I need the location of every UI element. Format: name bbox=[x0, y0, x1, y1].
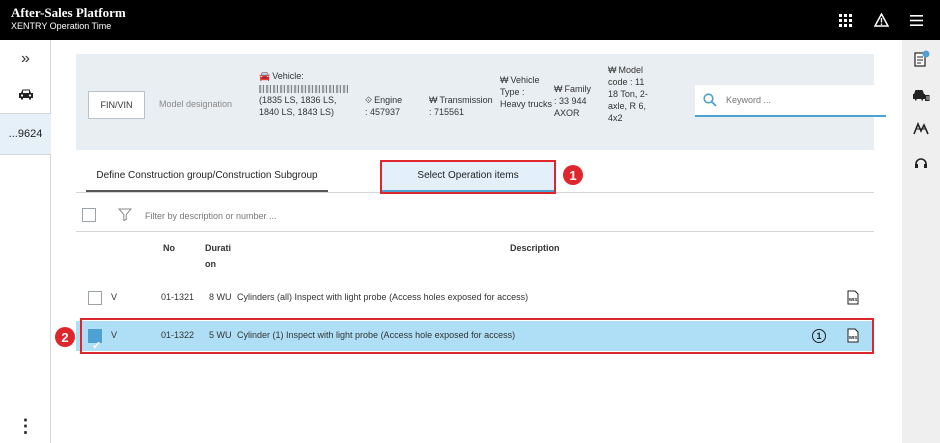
family-icon: ₩ bbox=[554, 84, 563, 94]
vehicle-type-value: Type : Heavy trucks bbox=[500, 87, 553, 109]
header-description[interactable]: Description bbox=[510, 240, 560, 256]
main-content: FIN/VIN Model designation 🚘 Vehicle: (183… bbox=[51, 40, 902, 443]
engine-icon: ⟐ bbox=[365, 95, 373, 105]
diagnostics-icon[interactable] bbox=[902, 122, 940, 136]
fin-vin-button[interactable]: FIN/VIN bbox=[88, 91, 145, 119]
vehicle-info: 🚘 Vehicle: (1835 LS, 1836 LS, 1840 LS, 18… bbox=[259, 70, 359, 118]
app-title: After-Sales Platform bbox=[11, 5, 126, 20]
vehicle-type-icon: ₩ bbox=[500, 75, 509, 85]
row-duration: 8 WU bbox=[209, 292, 232, 302]
model-code-label: Model bbox=[618, 65, 644, 75]
expand-icon[interactable]: » bbox=[0, 50, 51, 68]
table-row[interactable]: V 01-1321 8 WU Cylinders (all) Inspect w… bbox=[76, 283, 874, 313]
app-header: After-Sales Platform XENTRY Operation Ti… bbox=[0, 0, 940, 40]
notes-icon[interactable] bbox=[902, 50, 940, 68]
select-all-checkbox[interactable] bbox=[82, 208, 96, 222]
vehicle-variants: (1835 LS, 1836 LS, 1840 LS, 1843 LS) bbox=[259, 95, 337, 117]
row-no: 01-1321 bbox=[161, 292, 195, 302]
more-options-icon[interactable]: ⋮ bbox=[0, 416, 51, 437]
warning-icon[interactable] bbox=[872, 11, 890, 29]
vehicle-icon: 🚘 bbox=[259, 71, 271, 81]
family-label: Family bbox=[564, 84, 592, 94]
highlight-box-2 bbox=[80, 318, 874, 354]
model-code-value: code : 11 18 Ton, 2-axle, R 6, 4x2 bbox=[608, 77, 648, 123]
header-duration-1[interactable]: Durati bbox=[205, 240, 231, 256]
transmission-icon: ₩ bbox=[429, 95, 438, 105]
callout-2: 2 bbox=[55, 327, 75, 347]
menu-icon[interactable] bbox=[907, 11, 925, 29]
callout-1: 1 bbox=[563, 165, 583, 185]
vehicle-label: Vehicle: bbox=[272, 71, 304, 81]
svg-text:WIS: WIS bbox=[849, 297, 858, 302]
car-icon[interactable] bbox=[0, 88, 51, 100]
redacted-vehicle-name bbox=[259, 84, 349, 93]
highlight-box-1 bbox=[380, 160, 556, 194]
keyword-search[interactable] bbox=[695, 85, 886, 117]
row-checkbox[interactable] bbox=[88, 291, 102, 305]
headset-icon[interactable] bbox=[902, 155, 940, 171]
keyword-input[interactable] bbox=[726, 92, 876, 108]
model-code-icon: ₩ bbox=[608, 65, 617, 75]
wis-document-icon[interactable]: WIS bbox=[847, 290, 859, 305]
app-subtitle: XENTRY Operation Time bbox=[11, 21, 112, 31]
header-no[interactable]: No bbox=[163, 240, 175, 256]
header-duration-2[interactable]: on bbox=[205, 256, 216, 272]
table-header: No Durati on Description bbox=[76, 236, 874, 276]
row-v: V bbox=[111, 292, 118, 302]
brand: After-Sales Platform XENTRY Operation Ti… bbox=[11, 6, 126, 32]
model-designation[interactable]: Model designation bbox=[159, 99, 232, 109]
vehicle-info-panel: FIN/VIN Model designation 🚘 Vehicle: (183… bbox=[76, 54, 886, 150]
search-icon[interactable] bbox=[703, 93, 717, 109]
vin-tab[interactable]: ...9624 bbox=[0, 113, 51, 155]
transmission-value: : 715561 bbox=[429, 107, 465, 117]
row-description: Cylinders (all) Inspect with light probe… bbox=[237, 292, 529, 302]
transmission-label: Transmission bbox=[439, 95, 493, 105]
engine-label: Engine bbox=[374, 95, 403, 105]
filter-input[interactable]: Filter by description or number ... bbox=[145, 211, 277, 221]
family-value: : 33 944 AXOR bbox=[554, 96, 587, 118]
left-rail: » ...9624 ⋮ bbox=[0, 40, 51, 443]
model-code-info: ₩ Model code : 11 18 Ton, 2-axle, R 6, 4x… bbox=[608, 64, 656, 124]
vehicle-type-label: Vehicle bbox=[510, 75, 540, 85]
transmission-info: ₩ Transmission : 715561 bbox=[429, 94, 501, 118]
engine-info: ⟐ Engine : 457937 bbox=[365, 94, 433, 118]
engine-value: : 457937 bbox=[365, 107, 401, 117]
vehicle-type-info: ₩ Vehicle Type : Heavy trucks bbox=[500, 74, 552, 110]
vehicle-data-icon[interactable] bbox=[902, 88, 940, 102]
filter-icon bbox=[117, 208, 133, 223]
tab-define-construction-group[interactable]: Define Construction group/Construction S… bbox=[86, 161, 328, 192]
family-info: ₩ Family : 33 944 AXOR bbox=[554, 83, 604, 119]
right-rail bbox=[902, 40, 940, 443]
filter-row: Filter by description or number ... bbox=[76, 200, 874, 232]
grid-icon[interactable] bbox=[836, 11, 854, 29]
